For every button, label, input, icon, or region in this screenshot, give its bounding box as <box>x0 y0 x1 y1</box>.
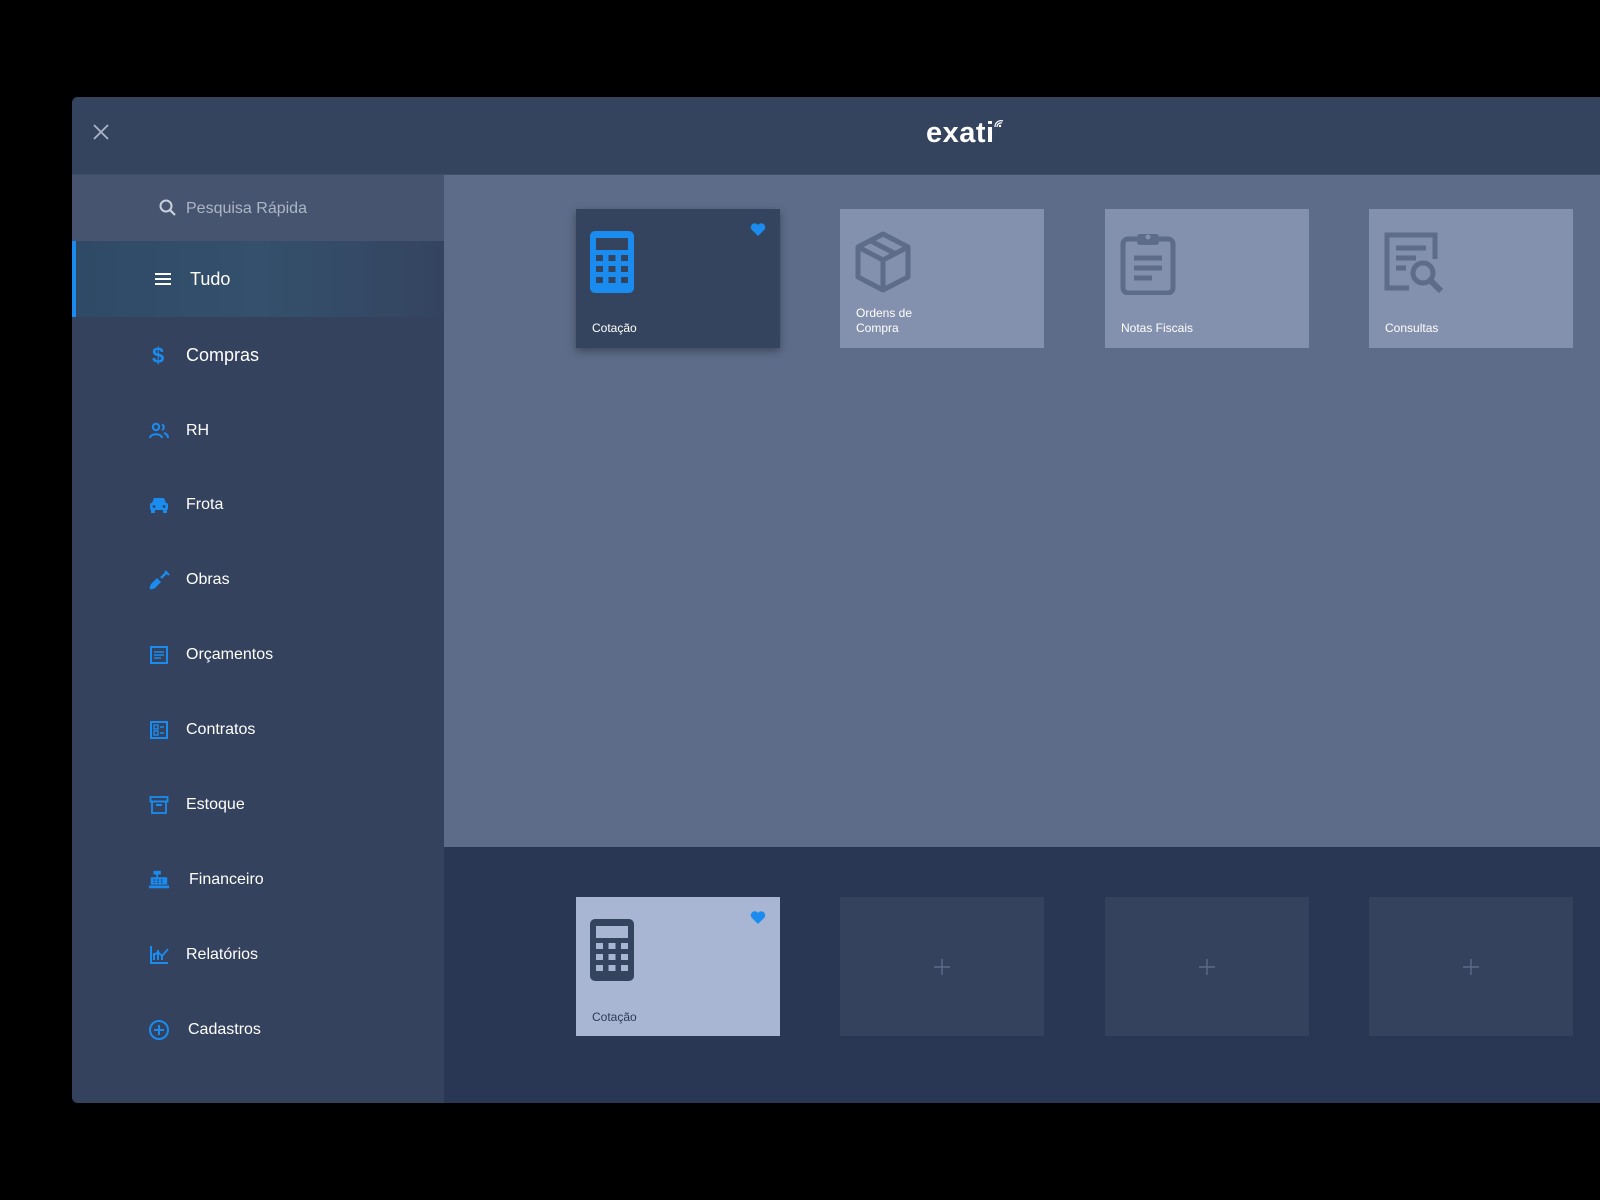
search-input[interactable] <box>184 193 418 225</box>
sidebar-item-relatorios[interactable]: Relatórios <box>72 917 444 993</box>
main-grid: Cotação Ordens de Compra Notas Fiscais C… <box>444 175 1600 847</box>
tile-label: Cotação <box>592 1010 637 1024</box>
sidebar-item-rh[interactable]: RH <box>72 393 444 469</box>
sidebar-item-label: Frota <box>186 496 224 513</box>
sidebar-item-tudo[interactable]: Tudo <box>72 241 444 317</box>
sidebar-item-label: RH <box>186 422 210 439</box>
top-bar: exati <box>72 97 1600 175</box>
calculator-icon <box>590 919 634 981</box>
logo-wifi-icon <box>994 120 1003 128</box>
tile-label: Ordens de Compra <box>856 306 912 336</box>
sidebar-item-label: Obras <box>186 571 230 588</box>
favorite-tile-cotacao[interactable]: Cotação <box>576 897 780 1036</box>
chart-icon <box>148 944 170 966</box>
tile-label: Consultas <box>1385 321 1439 335</box>
sidebar-item-label: Relatórios <box>186 946 259 963</box>
close-button[interactable] <box>89 120 113 144</box>
menu-icon <box>152 268 174 290</box>
sidebar-item-orcamentos[interactable]: Orçamentos <box>72 617 444 693</box>
tile-cotacao[interactable]: Cotação <box>576 209 780 348</box>
dollar-icon: $ <box>148 343 170 367</box>
favorites-tray: Cotação <box>444 847 1600 1103</box>
tile-label: Cotação <box>592 321 637 335</box>
cash-register-icon <box>148 869 170 891</box>
plus-icon <box>1463 958 1479 975</box>
app-window: exati Tudo $ Compras <box>72 97 1600 1103</box>
tile-label: Notas Fiscais <box>1121 321 1194 335</box>
close-icon <box>93 124 109 140</box>
sidebar-item-financeiro[interactable]: Financeiro <box>72 842 444 918</box>
tile-label-line: Ordens de <box>856 306 913 320</box>
sidebar-item-label: Cadastros <box>188 1021 261 1038</box>
sidebar-item-label: Contratos <box>186 721 256 738</box>
sidebar-item-label: Estoque <box>186 796 245 813</box>
list-document-icon <box>148 644 170 666</box>
shovel-icon <box>148 569 170 591</box>
sidebar-item-contratos[interactable]: Contratos <box>72 692 444 768</box>
sidebar-item-estoque[interactable]: Estoque <box>72 767 444 843</box>
add-circle-icon <box>148 1019 170 1041</box>
empty-favorite-slot[interactable] <box>840 897 1044 1036</box>
empty-favorite-slot[interactable] <box>1105 897 1309 1036</box>
sidebar-item-cadastros[interactable]: Cadastros <box>72 992 444 1068</box>
sidebar-item-obras[interactable]: Obras <box>72 542 444 618</box>
sidebar: Tudo $ Compras RH <box>72 175 444 1103</box>
box-icon <box>855 231 911 293</box>
app-logo: exati <box>926 113 1005 153</box>
favorite-heart-icon[interactable] <box>750 223 766 237</box>
svg-text:$: $ <box>152 343 164 367</box>
archive-box-icon <box>148 794 170 816</box>
favorite-heart-icon[interactable] <box>750 911 766 925</box>
people-icon <box>148 420 170 442</box>
sidebar-item-label: Financeiro <box>189 871 264 888</box>
document-search-icon <box>1384 232 1444 294</box>
plus-icon <box>934 958 950 975</box>
empty-favorite-slot[interactable] <box>1369 897 1573 1036</box>
car-icon <box>148 494 170 516</box>
tile-notas-fiscais[interactable]: Notas Fiscais <box>1105 209 1309 348</box>
sidebar-item-label: Compras <box>186 344 260 365</box>
tile-consultas[interactable]: Consultas <box>1369 209 1573 348</box>
sidebar-item-label: Tudo <box>190 268 231 289</box>
clipboard-icon <box>1120 234 1176 295</box>
sidebar-item-frota[interactable]: Frota <box>72 467 444 543</box>
tile-label-line: Compra <box>856 321 899 335</box>
sidebar-item-compras[interactable]: $ Compras <box>72 317 444 393</box>
search-icon <box>159 199 176 216</box>
contract-icon <box>148 719 170 741</box>
logo-text: exati <box>926 116 995 149</box>
calculator-icon <box>590 231 634 293</box>
sidebar-item-label: Orçamentos <box>186 646 274 663</box>
plus-icon <box>1199 958 1215 975</box>
quick-search <box>72 175 444 241</box>
tile-ordens-de-compra[interactable]: Ordens de Compra <box>840 209 1044 348</box>
